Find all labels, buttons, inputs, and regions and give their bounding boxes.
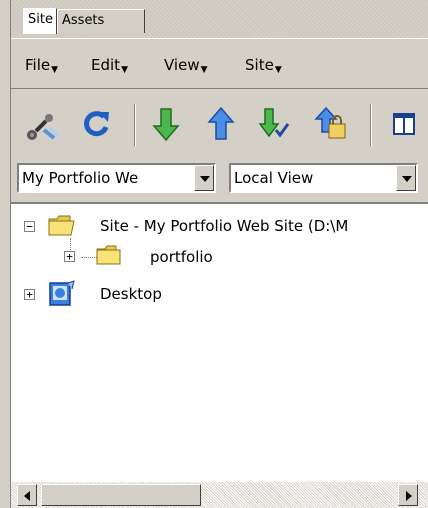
menu-bar: File▼ Edit▼ View▼ Site▼ [11,38,428,88]
scroll-left-button[interactable] [17,484,37,506]
menu-edit-label: Edit [91,56,121,74]
scrollbar-thumb[interactable] [41,484,201,506]
menu-view[interactable]: View▼ [164,56,208,77]
tree-item-site-root[interactable]: Site - My Portfolio Web Site (D:\M [100,217,348,235]
arrow-right-icon [406,491,412,501]
menu-edit[interactable]: Edit▼ [91,56,128,77]
menu-file-label: File [25,56,51,74]
view-select[interactable]: Local View [229,163,418,193]
check-out-icon[interactable] [258,106,290,142]
expand-icon[interactable]: + [64,251,75,262]
folder-icon [94,243,124,267]
arrow-left-icon [24,491,30,501]
desktop-icon [46,279,76,309]
expand-panel-icon[interactable] [392,112,416,136]
folder-open-icon [46,211,78,239]
menu-file[interactable]: File▼ [25,56,58,77]
menu-view-label: View [164,56,200,74]
tab-assets[interactable]: Assets [57,9,145,33]
view-select-dropdown-button[interactable] [396,165,416,191]
dropdown-arrow-icon: ▼ [200,65,208,75]
dropdown-arrow-icon: ▼ [274,65,282,75]
expand-icon[interactable]: + [24,289,35,300]
tree-item-desktop[interactable]: Desktop [100,285,162,303]
menu-site-label: Site [245,56,274,74]
collapse-icon[interactable]: − [24,221,35,232]
get-files-icon[interactable] [152,106,180,142]
site-file-tree [11,202,428,482]
panel-tab-strip: Site Assets [11,0,428,38]
dropdown-arrow-icon: ▼ [51,65,59,75]
view-select-value: Local View [234,169,314,187]
connect-icon[interactable] [24,108,62,142]
dropdown-arrow-icon: ▼ [121,65,128,75]
check-in-icon[interactable] [314,106,348,142]
site-select[interactable]: My Portfolio We [17,163,216,193]
window-left-border [0,0,11,508]
put-files-icon[interactable] [207,106,235,142]
site-select-value: My Portfolio We [22,169,139,187]
tree-item-portfolio[interactable]: portfolio [150,248,213,266]
toolbar-separator [134,104,136,146]
scroll-right-button[interactable] [398,484,418,506]
refresh-icon[interactable] [82,108,112,140]
menu-site[interactable]: Site▼ [245,56,282,77]
site-select-dropdown-button[interactable] [194,165,214,191]
tab-site[interactable]: Site [23,8,57,34]
toolbar-separator [370,104,372,146]
